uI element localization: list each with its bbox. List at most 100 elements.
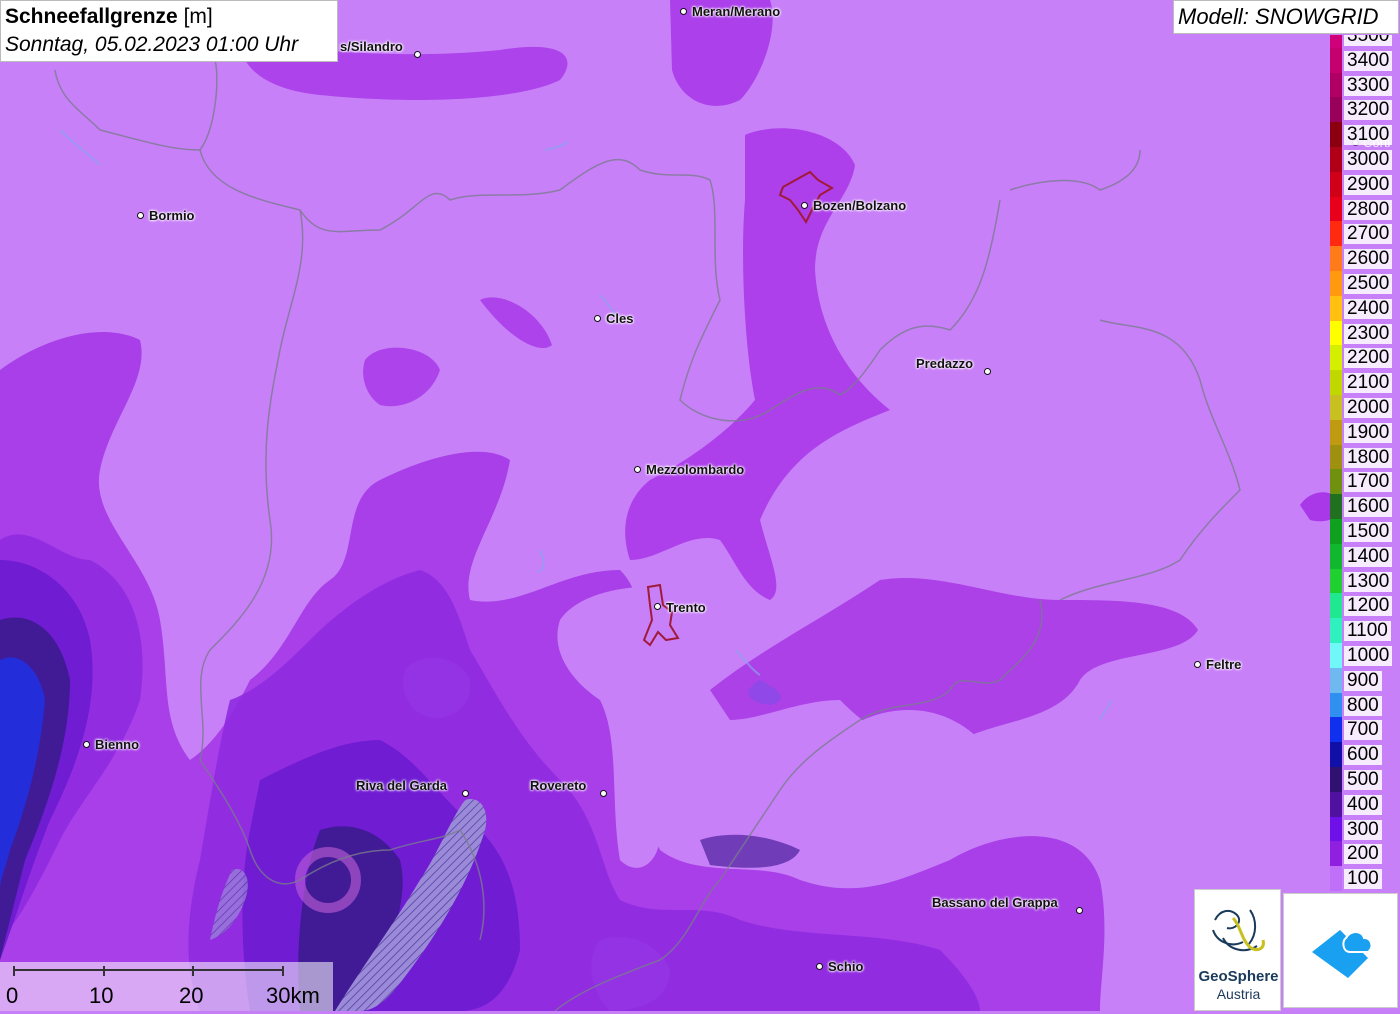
legend-entry: 2100 — [1328, 370, 1400, 396]
legend-entry: 800 — [1328, 692, 1400, 718]
legend-label: 1000 — [1344, 646, 1393, 666]
legend-entry: 100 — [1328, 866, 1400, 891]
legend-label: 400 — [1344, 794, 1382, 815]
legend-label: 1200 — [1344, 596, 1393, 617]
legend-label: 3100 — [1344, 125, 1393, 146]
logo-line2: Austria — [1216, 986, 1261, 1002]
city-label[interactable]: Cles — [606, 312, 633, 326]
legend-entry: 1200 — [1328, 593, 1400, 619]
legend-entry: 3000 — [1328, 147, 1400, 172]
legend-entry: 300 — [1328, 816, 1400, 842]
city-label[interactable]: Bienno — [95, 738, 139, 752]
model-label: Modell: SNOWGRID — [1173, 0, 1399, 34]
city-dot — [680, 8, 687, 15]
city-label[interactable]: Predazzo — [916, 357, 973, 371]
city-dot — [600, 790, 607, 797]
legend-label: 2600 — [1344, 249, 1393, 270]
city-dot — [83, 741, 90, 748]
legend-swatch — [1330, 543, 1342, 569]
legend-label: 1400 — [1344, 546, 1393, 567]
legend-swatch — [1330, 469, 1342, 495]
title-main: Schneefallgrenze — [5, 5, 178, 28]
legend-entry: 2700 — [1328, 221, 1400, 247]
legend-label: 2700 — [1344, 224, 1393, 245]
legend-label: 2900 — [1344, 174, 1393, 195]
scale-bar: 0 10 20 30km — [0, 962, 333, 1011]
color-legend: 3500 3400 3300 3200 3100 3000 2900 2800 2700 2600… — [1328, 35, 1400, 891]
snow-app-logo[interactable] — [1283, 893, 1398, 1008]
city-label[interactable]: Rovereto — [530, 779, 586, 793]
map-title-box: Schneefallgrenze [m] Sonntag, 05.02.2023… — [0, 0, 338, 62]
city-label[interactable]: Riva del Garda — [356, 779, 447, 793]
legend-label: 1600 — [1344, 497, 1393, 518]
mountain-cloud-icon — [1312, 930, 1373, 978]
city-dot — [984, 368, 991, 375]
legend-entry: 2300 — [1328, 320, 1400, 346]
legend-swatch — [1330, 643, 1342, 668]
legend-swatch — [1330, 742, 1342, 768]
legend-label: 2000 — [1344, 398, 1393, 418]
legend-entry: 1400 — [1328, 543, 1400, 569]
scale-tick-label: 20 — [179, 983, 204, 1008]
legend-swatch — [1330, 295, 1342, 321]
geosphere-logo[interactable]: GeoSphere Austria — [1194, 889, 1281, 1011]
legend-entry: 3400 — [1328, 47, 1400, 73]
city-label[interactable]: Mezzolombardo — [646, 463, 744, 477]
legend-swatch — [1330, 196, 1342, 222]
legend-entry: 900 — [1328, 667, 1400, 693]
snowfall-map[interactable] — [0, 0, 1400, 1011]
city-label[interactable]: s/Silandro — [340, 40, 403, 54]
legend-label: 2300 — [1344, 323, 1393, 344]
city-dot — [816, 963, 823, 970]
city-label[interactable]: Trento — [666, 601, 706, 615]
legend-swatch — [1330, 345, 1342, 371]
city-label[interactable]: Meran/Merano — [692, 5, 780, 19]
city-label[interactable]: Bormio — [149, 209, 195, 223]
legend-label: 1700 — [1344, 472, 1393, 493]
legend-entry: 1600 — [1328, 494, 1400, 520]
legend-label: 700 — [1344, 720, 1382, 741]
legend-entry: 2000 — [1328, 395, 1400, 420]
legend-swatch — [1330, 320, 1342, 346]
legend-label: 800 — [1344, 695, 1382, 716]
legend-entry: 2600 — [1328, 246, 1400, 272]
legend-swatch — [1330, 246, 1342, 272]
legend-label: 900 — [1344, 670, 1382, 691]
legend-label: 1100 — [1344, 621, 1391, 642]
legend-swatch — [1330, 791, 1342, 817]
city-dot — [462, 790, 469, 797]
legend-label: 2100 — [1344, 373, 1393, 394]
city-dot — [414, 51, 421, 58]
scale-tick-label: 30km — [266, 983, 320, 1008]
legend-swatch — [1330, 72, 1342, 98]
map-title: Schneefallgrenze [m] — [5, 3, 333, 31]
legend-label: 2800 — [1344, 199, 1393, 220]
legend-swatch — [1330, 519, 1342, 544]
scale-tick-label: 10 — [89, 983, 114, 1008]
legend-label: 2200 — [1344, 348, 1393, 369]
legend-entry: 400 — [1328, 791, 1400, 817]
legend-entry: 1000 — [1328, 643, 1400, 668]
legend-entry: 1700 — [1328, 469, 1400, 495]
legend-label: 2400 — [1344, 298, 1393, 319]
legend-swatch — [1330, 816, 1342, 842]
city-label[interactable]: Schio — [828, 960, 863, 974]
legend-label: 3200 — [1344, 100, 1393, 121]
city-dot — [137, 212, 144, 219]
legend-swatch — [1330, 618, 1342, 644]
legend-swatch — [1330, 494, 1342, 520]
title-unit: [m] — [183, 5, 213, 28]
legend-swatch — [1330, 97, 1342, 123]
legend-swatch — [1330, 419, 1342, 445]
legend-swatch — [1330, 171, 1342, 197]
legend-entry: 2500 — [1328, 271, 1400, 296]
legend-entry: 2400 — [1328, 295, 1400, 321]
city-label[interactable]: Feltre — [1206, 658, 1241, 672]
city-label[interactable]: Bozen/Bolzano — [813, 199, 906, 213]
city-label[interactable]: Bassano del Grappa — [932, 896, 1058, 910]
legend-entry: 1300 — [1328, 568, 1400, 594]
legend-label: 100 — [1344, 869, 1382, 890]
legend-entry: 200 — [1328, 841, 1400, 867]
legend-label: 2500 — [1344, 274, 1393, 294]
legend-label: 600 — [1344, 745, 1382, 766]
